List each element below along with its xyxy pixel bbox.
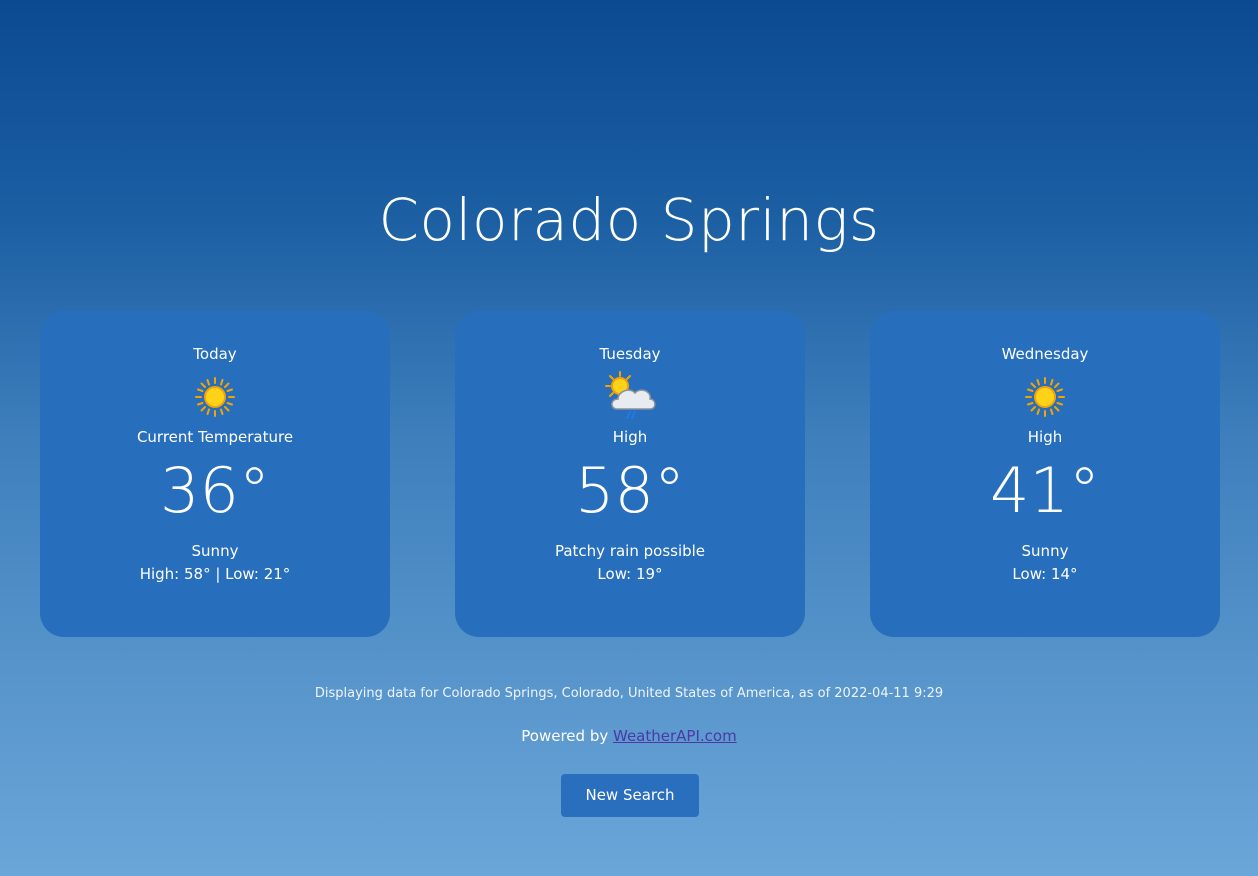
forecast-cards: Today Current Temperature 36° Sunny High… xyxy=(40,311,1220,637)
card-range: High: 58° | Low: 21° xyxy=(139,565,291,583)
data-source-note: Displaying data for Colorado Springs, Co… xyxy=(314,686,944,701)
card-day: Tuesday xyxy=(599,345,661,363)
powered-by-label: Powered by xyxy=(521,727,613,745)
card-range: Low: 14° xyxy=(1012,565,1078,583)
city-title: Colorado Springs xyxy=(378,186,880,254)
card-temp-label: High xyxy=(1027,428,1063,446)
sunny-icon xyxy=(1015,371,1075,423)
forecast-card-wednesday: Wednesday High 41° Sunny Low: 14° xyxy=(870,311,1220,637)
card-temp-label: Current Temperature xyxy=(136,428,294,446)
powered-by: Powered by WeatherAPI.com xyxy=(0,726,1258,746)
card-day: Wednesday xyxy=(1001,345,1089,363)
sunny-icon xyxy=(185,371,245,423)
card-range: Low: 19° xyxy=(597,565,663,583)
card-condition: Sunny xyxy=(191,542,239,560)
card-condition: Patchy rain possible xyxy=(554,542,706,560)
card-day: Today xyxy=(193,345,237,363)
card-temperature: 58° xyxy=(575,454,685,527)
card-condition: Sunny xyxy=(1021,542,1069,560)
partly-cloudy-rain-icon xyxy=(600,371,660,423)
card-temp-label: High xyxy=(612,428,648,446)
weatherapi-link[interactable]: WeatherAPI.com xyxy=(613,727,737,745)
card-temperature: 41° xyxy=(990,454,1100,527)
new-search-button[interactable]: New Search xyxy=(561,774,699,817)
forecast-card-today: Today Current Temperature 36° Sunny High… xyxy=(40,311,390,637)
forecast-card-tuesday: Tuesday High 58° Patchy rain possible Lo… xyxy=(455,311,805,637)
card-temperature: 36° xyxy=(160,454,270,527)
